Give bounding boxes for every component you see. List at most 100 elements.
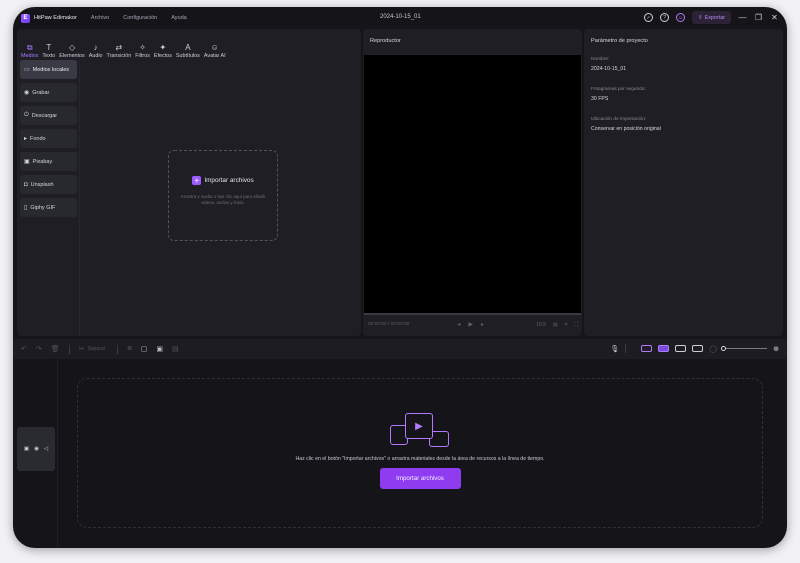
separate-label[interactable]: Separar: [88, 346, 106, 352]
sidebar-item-descargar[interactable]: ⏻ Descargar: [20, 106, 77, 125]
player-time: 00:00:00 / 00:00:00: [368, 322, 410, 327]
aspect-ratio-select[interactable]: 16:9: [536, 322, 546, 328]
menu-ayuda[interactable]: Ayuda: [171, 15, 187, 21]
tab-label: Subtítulos: [175, 53, 200, 59]
avatar-icon: ☺: [210, 43, 219, 52]
sidebar-item-label: Grabar: [32, 89, 50, 96]
edit-toolbar: ↶ ↷ 🗑 ✂ Separar ⧈ ▢ ▣ ▤ 🎙 ◯ ⊕: [13, 339, 787, 359]
help-icon[interactable]: ?: [660, 13, 670, 22]
split-icon[interactable]: ✂: [79, 345, 85, 353]
zoom-out-icon[interactable]: ◯: [709, 345, 717, 353]
tab-texto[interactable]: T Texto: [42, 42, 55, 59]
sidebar-item-giphy[interactable]: ▯ Giphy GIF: [20, 198, 77, 217]
crop-icon[interactable]: ⌗: [565, 322, 568, 328]
elements-icon: ◇: [68, 43, 76, 52]
track-icon[interactable]: [675, 345, 687, 352]
titlebar-actions: ✓ ? ☺ ⇪ Exportar — ❐ ✕: [644, 11, 779, 24]
sidebar-item-grabar[interactable]: ◉ Grabar: [20, 83, 77, 102]
track-visibility-icon[interactable]: ◉: [34, 446, 39, 452]
sidebar-item-fondo[interactable]: ▸ Fondo: [20, 129, 77, 148]
marker-icon[interactable]: ▤: [172, 345, 179, 353]
playback-buttons: ◂ ▶ ▸: [457, 321, 484, 328]
undo-icon[interactable]: ↶: [21, 345, 27, 353]
link-icon[interactable]: [641, 345, 653, 352]
play-illustration-icon: ▶: [415, 420, 423, 432]
snapshot-icon[interactable]: ▤: [553, 322, 558, 328]
record-icon: ◉: [24, 90, 30, 96]
next-frame-icon[interactable]: ▸: [481, 321, 484, 328]
menu-archivo[interactable]: Archivo: [91, 15, 109, 21]
import-files-button[interactable]: + Importar archivos: [192, 176, 254, 185]
tab-avatar-ai[interactable]: ☺ Avatar AI: [204, 42, 226, 59]
tab-efectos[interactable]: ✦ Efectos: [154, 42, 172, 59]
tab-label: Transición: [106, 53, 132, 59]
redo-icon[interactable]: ↷: [36, 345, 42, 353]
pixabay-icon: ▣: [24, 159, 30, 165]
toolbar-divider: [68, 344, 70, 354]
export-icon: ⇪: [698, 14, 703, 21]
zoom-in-icon[interactable]: ⊕: [773, 345, 779, 353]
unsplash-icon: ◘: [24, 181, 28, 188]
app-name: HitPaw Edimakor: [34, 15, 77, 21]
dropzone-hint: Arrastra y suelta o haz clic aquí para a…: [180, 194, 266, 205]
tab-label: Audio: [88, 53, 103, 59]
export-label: Exportar: [704, 14, 725, 21]
sidebar-item-pixabay[interactable]: ▣ Pixabay: [20, 152, 77, 171]
player-title: Reproductor: [370, 38, 401, 44]
zoom-slider-handle[interactable]: [721, 346, 727, 351]
media-toolbar: ⧉ Medios T Texto ◇ Elementos ♪ Audio ⇄ T…: [17, 29, 361, 59]
sidebar-item-label: Descargar: [31, 112, 58, 119]
account-icon[interactable]: ☺: [676, 13, 686, 22]
media-panel: ⧉ Medios T Texto ◇ Elementos ♪ Audio ⇄ T…: [17, 29, 361, 336]
timeline-dropzone[interactable]: ▶ Haz clic en el botón "Importar archivo…: [77, 378, 763, 528]
track-header-divider: [57, 359, 58, 548]
player-controls: 00:00:00 / 00:00:00 ◂ ▶ ▸ 16:9 ▤ ⌗ ⛶: [368, 321, 578, 329]
tab-label: Elementos: [59, 53, 85, 59]
prev-frame-icon[interactable]: ◂: [457, 321, 460, 328]
toolbar-divider: [117, 344, 119, 354]
tab-filtros[interactable]: ✧ Filtros: [135, 42, 150, 59]
timeline-view-controls: 🎙 ◯ ⊕: [610, 344, 779, 353]
microphone-icon[interactable]: 🎙: [610, 345, 619, 353]
track-lock-icon[interactable]: ▣: [24, 446, 29, 452]
magnet-icon[interactable]: [658, 345, 670, 352]
tab-transicion[interactable]: ⇄ Transición: [107, 42, 132, 59]
sidebar-item-label: Unsplash: [30, 181, 54, 188]
freeze-icon[interactable]: ▢: [141, 345, 148, 353]
tab-audio[interactable]: ♪ Audio: [89, 42, 103, 59]
media-dropzone[interactable]: + Importar archivos Arrastra y suelta o …: [168, 150, 278, 241]
media-sidebar: ▭ Medios locales ◉ Grabar ⏻ Descargar ▸ …: [20, 60, 77, 221]
app-logo-icon: E: [21, 13, 30, 23]
close-icon[interactable]: ✕: [770, 13, 779, 22]
zoom-slider[interactable]: [721, 346, 768, 351]
crop-clip-icon[interactable]: ⧈: [127, 345, 131, 353]
export-button[interactable]: ⇪ Exportar: [692, 11, 731, 24]
text-icon: T: [46, 43, 52, 52]
preview-track-icon[interactable]: [692, 345, 704, 352]
app-window: E HitPaw Edimakor Archivo Configuración …: [13, 7, 787, 548]
name-value: 2024-10-15_01: [591, 66, 627, 72]
tab-subtitulos[interactable]: A Subtítulos: [176, 42, 200, 59]
sidebar-item-medios-locales[interactable]: ▭ Medios locales: [20, 60, 77, 79]
tab-label: Texto: [42, 53, 56, 59]
timeline-import-button[interactable]: Importar archivos: [379, 468, 461, 489]
shield-icon[interactable]: ✓: [644, 13, 654, 22]
fullscreen-icon[interactable]: ⛶: [574, 322, 578, 328]
player-progress-bar[interactable]: [364, 313, 581, 315]
video-preview[interactable]: [364, 55, 581, 313]
folder-icon: ▭: [24, 67, 30, 73]
tab-elementos[interactable]: ◇ Elementos: [59, 42, 84, 59]
restore-icon[interactable]: ❐: [754, 13, 763, 22]
play-icon[interactable]: ▶: [468, 321, 473, 328]
fps-value: 30 FPS: [591, 96, 609, 102]
track-mute-icon[interactable]: ◁: [44, 446, 48, 452]
menu-configuracion[interactable]: Configuración: [123, 15, 157, 21]
sidebar-item-unsplash[interactable]: ◘ Unsplash: [20, 175, 77, 194]
params-title: Parámetro de proyecto: [591, 38, 648, 44]
sidebar-item-label: Medios locales: [32, 66, 70, 73]
delete-icon[interactable]: 🗑: [51, 345, 60, 353]
minimize-icon[interactable]: —: [738, 13, 747, 22]
snapshot-clip-icon[interactable]: ▣: [156, 345, 163, 353]
sidebar-item-label: Pixabay: [32, 158, 53, 165]
tab-medios[interactable]: ⧉ Medios: [21, 42, 38, 59]
